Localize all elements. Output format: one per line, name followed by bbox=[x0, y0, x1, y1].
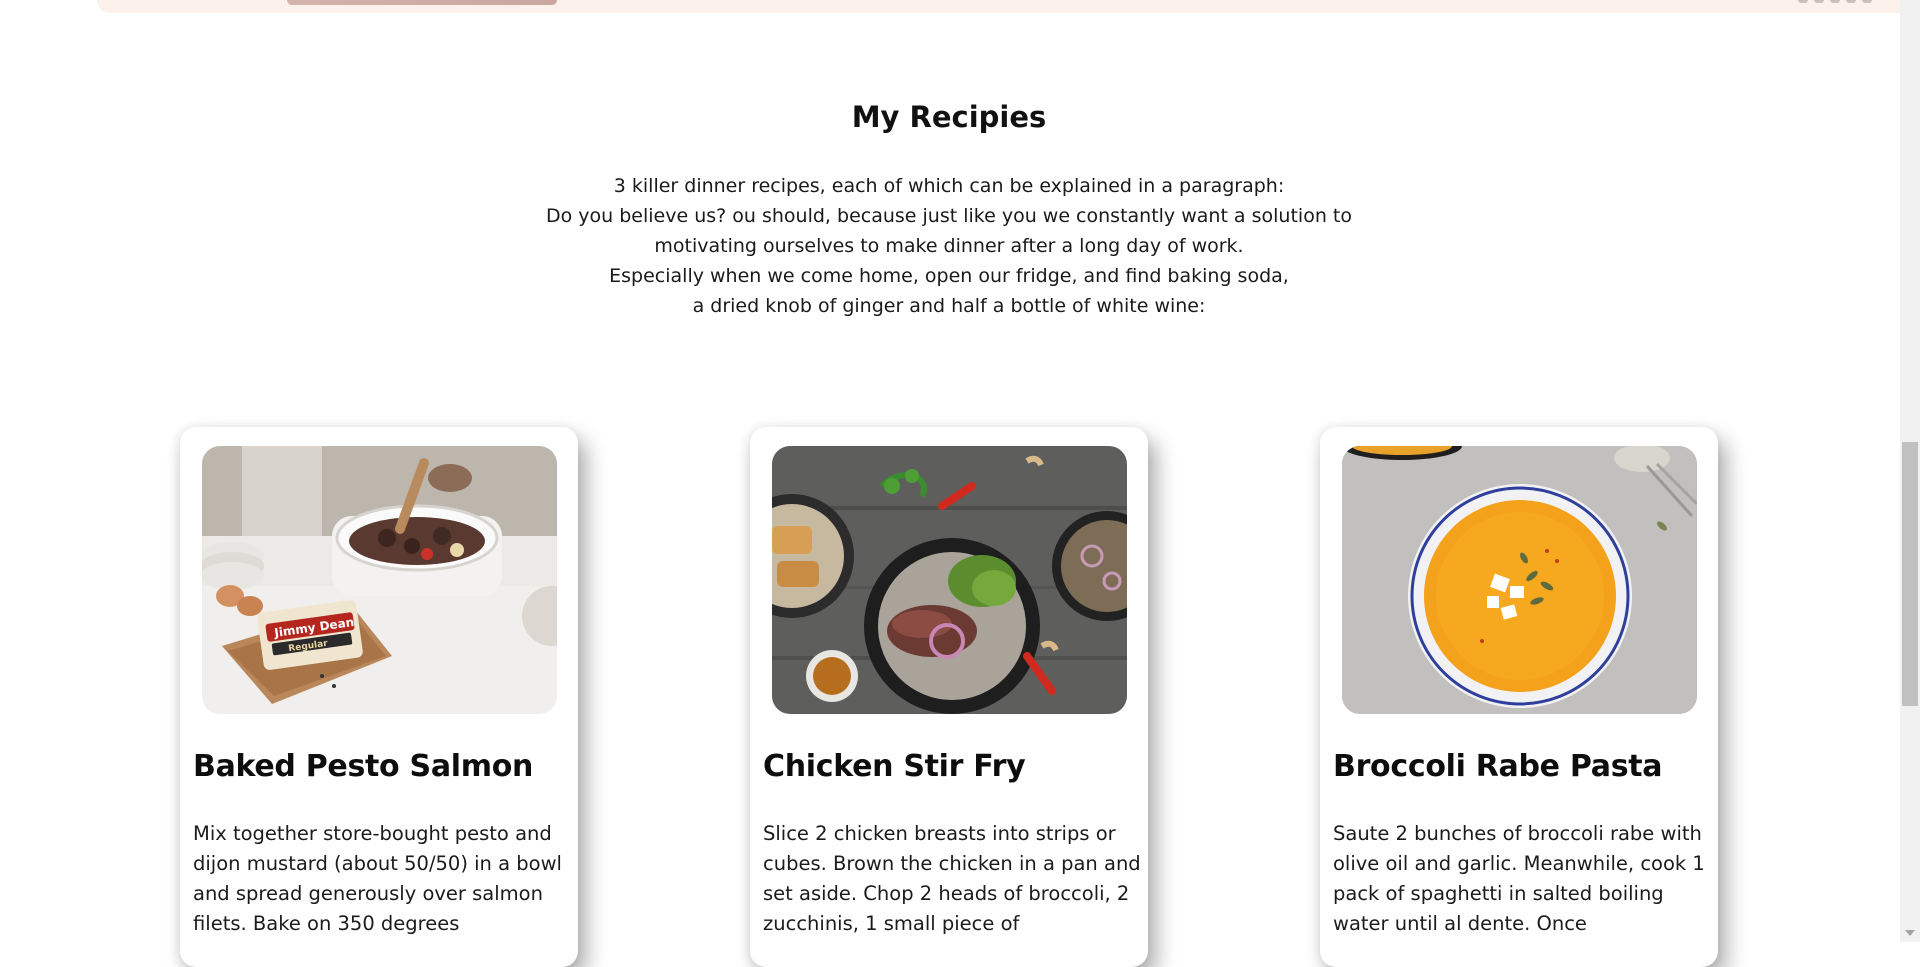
carousel-dot[interactable] bbox=[1846, 0, 1856, 3]
recipe-description: Mix together store-bought pesto and dijo… bbox=[193, 822, 562, 935]
previous-section-band bbox=[97, 0, 1900, 13]
recipe-card-baked-pesto-salmon[interactable]: Jimmy Dean Regular Baked Pesto Salmon Mi… bbox=[180, 427, 578, 967]
recipe-card-chicken-stir-fry[interactable]: Chicken Stir Fry Slice 2 chicken breasts… bbox=[750, 427, 1148, 967]
intro-line: a dried knob of ginger and half a bottle… bbox=[692, 295, 1206, 317]
previous-section-image bbox=[287, 0, 557, 5]
recipe-image-stir-fry bbox=[772, 446, 1127, 714]
recipe-title: Baked Pesto Salmon bbox=[193, 749, 534, 784]
carousel-dot[interactable] bbox=[1862, 0, 1872, 3]
carousel-dots[interactable] bbox=[1798, 0, 1872, 4]
intro-line: Especially when we come home, open our f… bbox=[609, 265, 1289, 287]
section-title: My Recipies bbox=[851, 100, 1047, 134]
intro-line: 3 killer dinner recipes, each of which c… bbox=[613, 175, 1285, 197]
recipe-image-salmon: Jimmy Dean Regular bbox=[202, 446, 557, 714]
intro-line: motivating ourselves to make dinner afte… bbox=[654, 235, 1244, 257]
scrollbar-thumb[interactable] bbox=[1902, 442, 1918, 706]
recipe-description: Saute 2 bunches of broccoli rabe with ol… bbox=[1333, 822, 1705, 935]
carousel-dot[interactable] bbox=[1814, 0, 1824, 3]
carousel-dot[interactable] bbox=[1798, 0, 1808, 3]
recipe-title: Chicken Stir Fry bbox=[763, 749, 1026, 784]
section-intro: 3 killer dinner recipes, each of which c… bbox=[0, 171, 1898, 321]
page-scrollbar[interactable] bbox=[1900, 0, 1920, 942]
intro-line: Do you believe us? ou should, because ju… bbox=[546, 205, 1352, 227]
recipe-description: Slice 2 chicken breasts into strips or c… bbox=[763, 822, 1141, 935]
carousel-dot[interactable] bbox=[1830, 0, 1840, 3]
chevron-down-icon[interactable] bbox=[1905, 930, 1915, 936]
recipe-card-broccoli-rabe-pasta[interactable]: Broccoli Rabe Pasta Saute 2 bunches of b… bbox=[1320, 427, 1718, 967]
recipe-title: Broccoli Rabe Pasta bbox=[1333, 749, 1663, 784]
recipe-image-soup bbox=[1342, 446, 1697, 714]
